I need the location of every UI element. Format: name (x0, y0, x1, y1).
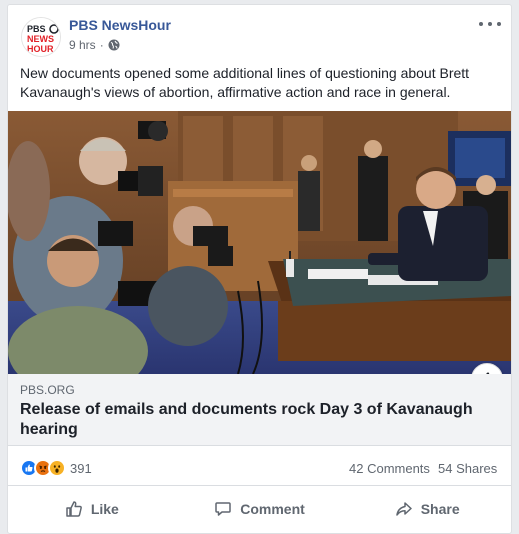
share-button[interactable]: Share (343, 487, 511, 531)
link-preview-image[interactable]: i (8, 111, 511, 374)
comment-label: Comment (240, 501, 305, 517)
svg-text:HOUR: HOUR (27, 44, 54, 54)
post-meta: 9 hrs · (69, 38, 120, 52)
globe-icon (108, 39, 120, 51)
share-label: Share (420, 501, 460, 517)
like-label: Like (90, 501, 119, 517)
svg-text:NEWS: NEWS (27, 34, 54, 44)
reactions-summary[interactable]: 391 (20, 459, 92, 477)
wow-reaction-icon (48, 459, 66, 477)
post-timestamp[interactable]: 9 hrs (69, 38, 96, 52)
comment-button[interactable]: Comment (176, 487, 344, 531)
pbs-newshour-logo: PBS NEWS HOUR (22, 18, 60, 56)
shares-count-link[interactable]: 54 Shares (438, 461, 497, 476)
page-name-link[interactable]: PBS NewsHour (69, 17, 171, 33)
comments-count-link[interactable]: 42 Comments (349, 461, 430, 476)
comment-icon (215, 502, 231, 516)
link-preview-caption[interactable]: PBS.ORG Release of emails and documents … (8, 374, 511, 446)
hearing-photo (8, 111, 511, 374)
post-actions: Like Comment Share (8, 487, 511, 531)
post-header: PBS NEWS HOUR PBS NewsHour 9 hrs · (8, 5, 511, 61)
post-message: New documents opened some additional lin… (20, 65, 470, 100)
reaction-count: 391 (70, 460, 92, 476)
svg-text:PBS: PBS (27, 24, 46, 34)
link-title[interactable]: Release of emails and documents rock Day… (20, 400, 498, 440)
more-options-icon[interactable] (479, 17, 501, 31)
like-button[interactable]: Like (8, 487, 176, 531)
share-icon (395, 502, 412, 516)
link-domain: PBS.ORG (20, 383, 75, 397)
meta-separator: · (99, 38, 104, 52)
post-stats: 391 42 Comments 54 Shares (8, 446, 511, 486)
thumbs-up-icon (66, 501, 82, 517)
feed-post: PBS NEWS HOUR PBS NewsHour 9 hrs · New d… (7, 4, 512, 534)
page-avatar[interactable]: PBS NEWS HOUR (21, 17, 61, 57)
